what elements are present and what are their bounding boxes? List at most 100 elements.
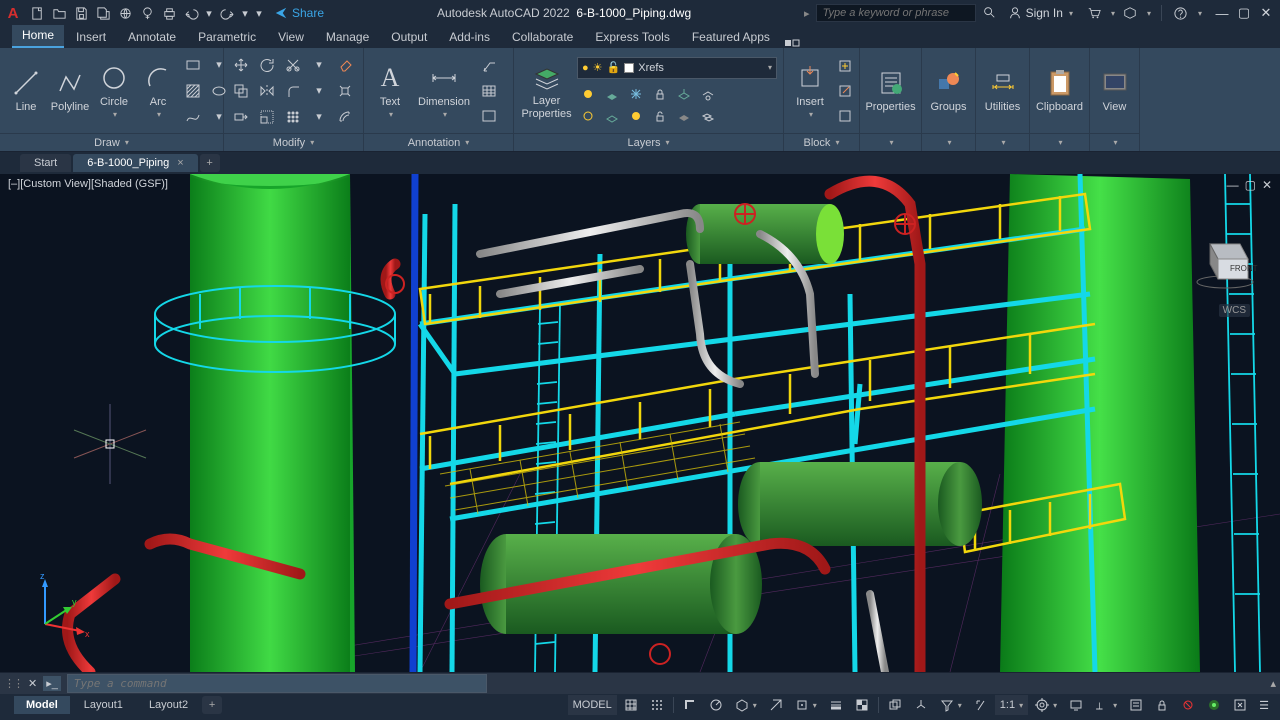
layer-copy-icon[interactable] <box>697 105 719 127</box>
command-input[interactable] <box>67 674 487 693</box>
customize-icon[interactable]: ☰ <box>1254 695 1274 715</box>
vp-close-icon[interactable]: ✕ <box>1262 178 1272 192</box>
annoscale-icon[interactable] <box>969 695 993 715</box>
panel-title-annotation[interactable]: Annotation▾ <box>364 133 513 151</box>
scale-icon[interactable] <box>256 106 278 128</box>
ribbon-appswitcher-icon[interactable] <box>782 38 804 48</box>
maximize-button[interactable]: ▢ <box>1234 4 1254 22</box>
polyline-button[interactable]: Polyline <box>50 65 90 115</box>
layout-tab-model[interactable]: Model <box>14 696 70 714</box>
spline-icon[interactable] <box>182 106 204 128</box>
plot-icon[interactable] <box>160 4 178 22</box>
panel-title-draw[interactable]: Draw▾ <box>0 133 223 151</box>
copy-icon[interactable] <box>230 80 252 102</box>
cmdline-expand-icon[interactable]: ▴ <box>1270 677 1276 690</box>
help-icon[interactable] <box>1172 4 1190 22</box>
layer-make-current-icon[interactable] <box>673 83 695 105</box>
layer-prev-icon[interactable] <box>673 105 695 127</box>
annotation-more-icon[interactable] <box>478 105 500 127</box>
layer-on-icon[interactable] <box>577 105 599 127</box>
create-block-icon[interactable] <box>834 55 856 77</box>
insert-button[interactable]: Insert▾ <box>790 60 830 121</box>
layer-iso-icon[interactable] <box>601 83 623 105</box>
layer-freeze-icon[interactable] <box>625 83 647 105</box>
open-icon[interactable] <box>50 4 68 22</box>
save-icon[interactable] <box>72 4 90 22</box>
viewcube[interactable]: FRONT <box>1190 224 1260 294</box>
undo-dropdown-icon[interactable]: ▾ <box>204 4 214 22</box>
panel-title-utilities[interactable]: ▾ <box>976 133 1029 151</box>
autodesk-app-icon[interactable] <box>1121 4 1139 22</box>
search-icon[interactable] <box>982 5 996 22</box>
tab-view[interactable]: View <box>268 27 314 48</box>
close-button[interactable]: ✕ <box>1256 4 1276 22</box>
cart-icon[interactable] <box>1085 4 1103 22</box>
panel-title-groups[interactable]: ▾ <box>922 133 975 151</box>
search-input[interactable] <box>816 4 976 22</box>
array-dd-icon[interactable]: ▾ <box>308 106 330 128</box>
layer-properties-button[interactable]: Layer Properties <box>520 59 573 121</box>
table-icon[interactable] <box>478 80 500 102</box>
grid-icon[interactable] <box>619 695 643 715</box>
tab-collaborate[interactable]: Collaborate <box>502 27 583 48</box>
filter-icon[interactable]: ▾ <box>935 695 967 715</box>
vp-max-icon[interactable]: ▢ <box>1245 178 1256 192</box>
3dosnap-icon[interactable]: ▾ <box>790 695 822 715</box>
panel-title-modify[interactable]: Modify▾ <box>224 133 363 151</box>
cmdline-close-icon[interactable]: ✕ <box>28 677 37 690</box>
minimize-button[interactable]: — <box>1212 4 1232 22</box>
search-caret-icon[interactable]: ▸ <box>804 7 810 20</box>
trim-icon[interactable] <box>282 54 304 76</box>
text-button[interactable]: AText▾ <box>370 60 410 121</box>
file-tab-current[interactable]: 6-B-1000_Piping× <box>73 154 197 172</box>
clipboard-button[interactable]: Clipboard <box>1036 65 1083 115</box>
fillet-icon[interactable] <box>282 80 304 102</box>
tab-expresstools[interactable]: Express Tools <box>585 27 679 48</box>
gizmo-icon[interactable] <box>909 695 933 715</box>
fillet-dd-icon[interactable]: ▾ <box>308 80 330 102</box>
signin-button[interactable]: Sign In ▾ <box>1008 6 1073 20</box>
layer-lock-icon[interactable] <box>649 83 671 105</box>
app-logo-icon[interactable]: A <box>4 5 22 22</box>
array-icon[interactable] <box>282 106 304 128</box>
dimension-button[interactable]: Dimension▾ <box>414 60 474 121</box>
utilities-button[interactable]: Utilities <box>982 65 1023 115</box>
move-icon[interactable] <box>230 54 252 76</box>
saveas-icon[interactable] <box>94 4 112 22</box>
tab-addins[interactable]: Add-ins <box>439 27 500 48</box>
layout-tab-2[interactable]: Layout2 <box>137 696 200 714</box>
mirror-icon[interactable] <box>256 80 278 102</box>
panel-title-block[interactable]: Block▾ <box>784 133 859 151</box>
explode-icon[interactable] <box>334 80 356 102</box>
workspace-icon[interactable]: ▾ <box>1030 695 1062 715</box>
trim-dd-icon[interactable]: ▾ <box>308 54 330 76</box>
new-tab-button[interactable]: + <box>200 154 220 172</box>
layer-combo[interactable]: ● ☀ 🔓 Xrefs ▾ <box>577 57 777 79</box>
hardware-accel-icon[interactable] <box>1202 695 1226 715</box>
lockui-icon[interactable] <box>1150 695 1174 715</box>
cmdline-handle-icon[interactable]: ⋮⋮ <box>4 677 22 690</box>
file-tab-start[interactable]: Start <box>20 154 71 172</box>
offset-icon[interactable] <box>334 106 356 128</box>
tab-home[interactable]: Home <box>12 25 64 48</box>
polar-icon[interactable] <box>704 695 728 715</box>
status-model[interactable]: MODEL <box>568 695 617 715</box>
panel-title-layers[interactable]: Layers▾ <box>514 133 783 151</box>
leader-icon[interactable] <box>478 55 500 77</box>
layer-unlock-icon[interactable] <box>649 105 671 127</box>
transparency-icon[interactable] <box>850 695 874 715</box>
tab-insert[interactable]: Insert <box>66 27 116 48</box>
edit-block-icon[interactable] <box>834 80 856 102</box>
annomonitor-icon[interactable] <box>1064 695 1088 715</box>
osnap-icon[interactable] <box>764 695 788 715</box>
redo-icon[interactable] <box>218 4 236 22</box>
viewport-label[interactable]: [–][Custom View][Shaded (GSF)] <box>8 178 168 190</box>
vp-min-icon[interactable]: — <box>1227 178 1239 192</box>
rectangle-icon[interactable] <box>182 54 204 76</box>
scale-value[interactable]: 1:1▾ <box>995 695 1028 715</box>
panel-title-view[interactable]: ▾ <box>1090 133 1139 151</box>
panel-title-properties[interactable]: ▾ <box>860 133 921 151</box>
hatch-icon[interactable] <box>182 80 204 102</box>
save-web-icon[interactable] <box>138 4 156 22</box>
line-button[interactable]: Line <box>6 65 46 115</box>
